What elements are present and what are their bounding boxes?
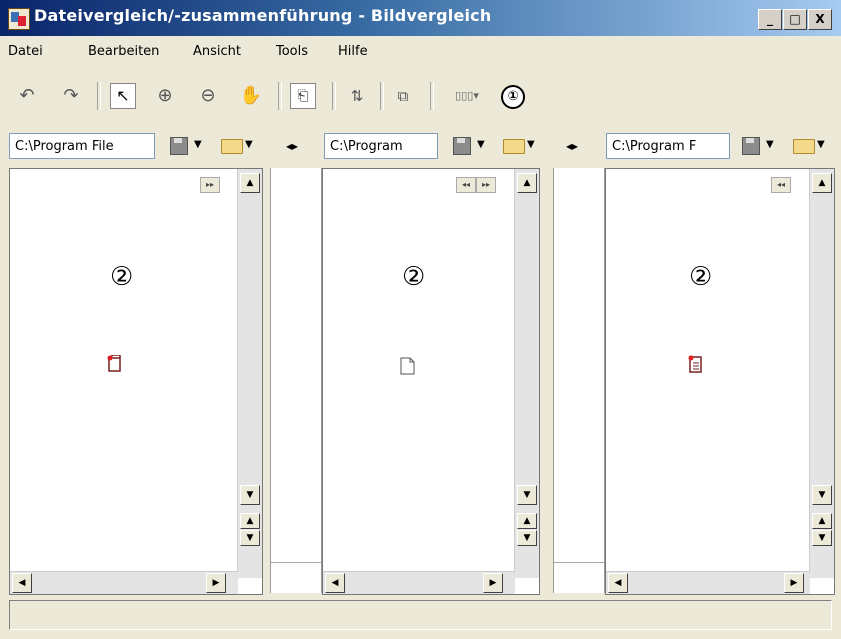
- title-bar[interactable]: Dateivergleich/-zusammenführung - Bildve…: [0, 0, 841, 36]
- scroll-left-icon[interactable]: ◀: [325, 573, 345, 593]
- menu-hilfe[interactable]: Hilfe: [338, 44, 368, 59]
- chevron-down-icon: ▼: [477, 139, 485, 150]
- save-dropdown-right[interactable]: ▼: [742, 136, 782, 156]
- app-icon: [8, 8, 30, 30]
- scroll-up-icon[interactable]: ▲: [240, 173, 260, 193]
- open-dropdown-left[interactable]: ▼: [221, 136, 261, 156]
- page-up-icon[interactable]: ▲: [240, 513, 260, 529]
- menu-bearbeiten[interactable]: Bearbeiten: [88, 44, 159, 59]
- path-field-left[interactable]: C:\Program File: [9, 133, 155, 159]
- more-icon[interactable]: ▯▯▯▾: [444, 83, 490, 109]
- horizontal-scrollbar[interactable]: ◀ ▶: [606, 571, 810, 594]
- undo-icon[interactable]: ↶: [14, 83, 40, 109]
- vertical-scrollbar[interactable]: ▲ ▼ ▲ ▼: [237, 169, 262, 578]
- zoom-out-icon[interactable]: ⊖: [195, 83, 221, 109]
- scroll-up-icon[interactable]: ▲: [517, 173, 537, 193]
- pane-gap-right: [553, 168, 605, 593]
- page-down-icon[interactable]: ▼: [517, 530, 537, 546]
- path-field-right[interactable]: C:\Program F: [606, 133, 730, 159]
- image-pane-middle[interactable]: ◂◂ ▸▸ ▲ ▼ ▲ ▼ ◀ ▶ ②: [322, 168, 540, 595]
- pointer-icon[interactable]: ↖: [110, 83, 136, 109]
- chevron-down-icon: ▼: [194, 139, 202, 150]
- chevron-down-icon: ▼: [245, 139, 253, 150]
- scroll-down-icon[interactable]: ▼: [517, 485, 537, 505]
- path-field-middle[interactable]: C:\Program: [324, 133, 438, 159]
- chevron-down-icon: ▼: [766, 139, 774, 150]
- vertical-scrollbar[interactable]: ▲ ▼ ▲ ▼: [514, 169, 539, 578]
- minimize-button[interactable]: _: [758, 9, 782, 30]
- save-icon: [170, 137, 188, 155]
- toolbar-separator: [97, 82, 101, 110]
- folder-open-icon: [793, 139, 815, 154]
- scroll-left-icon[interactable]: ◀: [608, 573, 628, 593]
- window-title: Dateivergleich/-zusammenführung - Bildve…: [34, 6, 492, 25]
- toolbar: ↶ ↷ ↖ ⊕ ⊖ ✋ ⎗ ⇅ ⧉ ▯▯▯▾ ①: [0, 78, 841, 118]
- folder-open-icon: [503, 139, 525, 154]
- folder-open-icon: [221, 139, 243, 154]
- missing-image-icon: [107, 355, 121, 372]
- pan-hand-icon[interactable]: ✋: [238, 83, 264, 109]
- link-arrows-icon[interactable]: ◂▸: [286, 139, 298, 153]
- close-button[interactable]: X: [808, 9, 832, 30]
- open-dropdown-middle[interactable]: ▼: [503, 136, 543, 156]
- link-arrows-icon[interactable]: ◂▸: [566, 139, 578, 153]
- image-pane-right[interactable]: ◂◂ ▲ ▼ ▲ ▼ ◀ ▶ ②: [605, 168, 835, 595]
- vertical-scrollbar[interactable]: ▲ ▼ ▲ ▼: [809, 169, 834, 578]
- menu-tools[interactable]: Tools: [276, 44, 308, 59]
- blank-document-icon: [400, 357, 415, 375]
- toolbar-separator: [332, 82, 336, 110]
- menu-datei[interactable]: Datei: [8, 44, 43, 59]
- scroll-left-icon[interactable]: ◀: [12, 573, 32, 593]
- menu-bar: Datei Bearbeiten Ansicht Tools Hilfe: [0, 40, 841, 64]
- two-panes-icon[interactable]: ⎗: [290, 83, 316, 109]
- callout-2: ②: [689, 262, 713, 292]
- pane-gap-left: [270, 168, 322, 593]
- next-difference-icon[interactable]: ▸▸: [200, 177, 220, 193]
- page-up-icon[interactable]: ▲: [517, 513, 537, 529]
- scroll-right-icon[interactable]: ▶: [206, 573, 226, 593]
- zoom-in-icon[interactable]: ⊕: [152, 83, 178, 109]
- status-bar: [9, 600, 832, 630]
- previous-difference-icon[interactable]: ◂◂: [456, 177, 476, 193]
- scroll-right-icon[interactable]: ▶: [784, 573, 804, 593]
- swap-icon[interactable]: ⧉: [390, 83, 416, 109]
- previous-difference-icon[interactable]: ◂◂: [771, 177, 791, 193]
- maximize-button[interactable]: □: [783, 9, 807, 30]
- changed-image-icon: [688, 355, 702, 373]
- page-up-icon[interactable]: ▲: [812, 513, 832, 529]
- scroll-down-icon[interactable]: ▼: [240, 485, 260, 505]
- toolbar-separator: [430, 82, 434, 110]
- callout-2: ②: [110, 262, 134, 292]
- open-dropdown-right[interactable]: ▼: [793, 136, 833, 156]
- chevron-down-icon: ▼: [527, 139, 535, 150]
- scroll-right-icon[interactable]: ▶: [483, 573, 503, 593]
- toolbar-separator: [380, 82, 384, 110]
- save-dropdown-left[interactable]: ▼: [170, 136, 210, 156]
- page-down-icon[interactable]: ▼: [812, 530, 832, 546]
- chevron-down-icon: ▼: [817, 139, 825, 150]
- callout-2: ②: [402, 262, 426, 292]
- image-pane-left[interactable]: ▸▸ ▲ ▼ ▲ ▼ ◀ ▶ ②: [9, 168, 263, 595]
- save-icon: [453, 137, 471, 155]
- compare-icon[interactable]: ⇅: [344, 83, 370, 109]
- menu-ansicht[interactable]: Ansicht: [193, 44, 241, 59]
- redo-icon[interactable]: ↷: [58, 83, 84, 109]
- toolbar-separator: [278, 82, 282, 110]
- scroll-down-icon[interactable]: ▼: [812, 485, 832, 505]
- page-down-icon[interactable]: ▼: [240, 530, 260, 546]
- callout-1: ①: [501, 85, 525, 109]
- save-icon: [742, 137, 760, 155]
- scroll-up-icon[interactable]: ▲: [812, 173, 832, 193]
- save-dropdown-middle[interactable]: ▼: [453, 136, 493, 156]
- horizontal-scrollbar[interactable]: ◀ ▶: [323, 571, 515, 594]
- next-difference-icon[interactable]: ▸▸: [476, 177, 496, 193]
- horizontal-scrollbar[interactable]: ◀ ▶: [10, 571, 238, 594]
